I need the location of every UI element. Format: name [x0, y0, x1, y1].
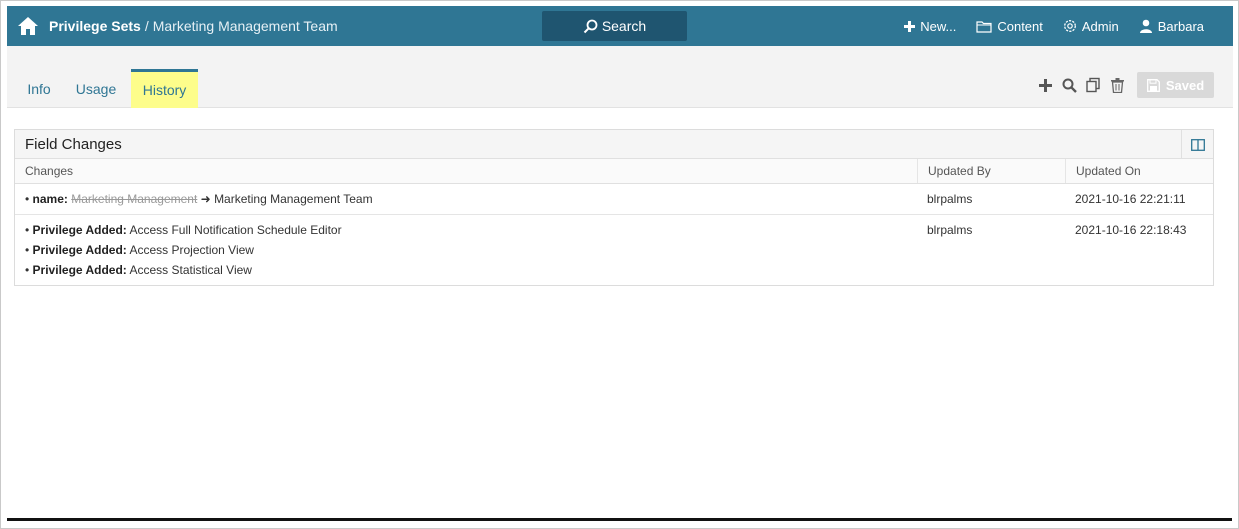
table-header: Changes Updated By Updated On [15, 159, 1213, 184]
updated-on-cell: 2021-10-16 22:21:11 [1075, 192, 1186, 206]
columns-toggle-icon[interactable] [1181, 130, 1213, 159]
change-field: Privilege Added: [32, 263, 127, 277]
user-icon [1139, 19, 1152, 33]
app-window: Privilege Sets / Marketing Management Te… [0, 0, 1239, 529]
new-menu[interactable]: New... [904, 19, 956, 34]
plus-icon [904, 20, 916, 32]
top-nav-actions: New... Content Admin Barbara [904, 6, 1233, 46]
change-new-value: Marketing Management Team [214, 192, 373, 206]
change-field: name: [32, 192, 68, 206]
search-label: Search [601, 18, 647, 34]
field-changes-panel: Field Changes Changes Updated By Updated… [14, 129, 1214, 286]
save-icon [1146, 78, 1160, 92]
trash-icon[interactable] [1105, 73, 1129, 97]
content-menu[interactable]: Content [976, 19, 1043, 34]
tab-history[interactable]: History [131, 69, 198, 108]
change-field: Privilege Added: [32, 223, 127, 237]
folder-icon [976, 20, 992, 33]
arrow-icon: ➜ [200, 192, 211, 206]
change-item: • Privilege Added: Access Statistical Vi… [25, 263, 252, 277]
tab-info[interactable]: Info [19, 69, 59, 108]
breadcrumb: Privilege Sets / Marketing Management Te… [49, 18, 338, 34]
saved-button[interactable]: Saved [1137, 72, 1214, 98]
column-header-updated-by[interactable]: Updated By [917, 159, 1065, 183]
updated-on-cell: 2021-10-16 22:18:43 [1075, 223, 1187, 237]
updated-by-cell: blrpalms [927, 192, 973, 206]
admin-label: Admin [1081, 18, 1119, 34]
admin-menu[interactable]: Admin [1063, 19, 1119, 34]
breadcrumb-privilege-sets[interactable]: Privilege Sets [49, 18, 141, 34]
change-value: Access Statistical View [129, 263, 252, 277]
saved-label: Saved [1165, 77, 1205, 93]
window-bottom-border [7, 518, 1232, 521]
top-nav-bar: Privilege Sets / Marketing Management Te… [7, 6, 1233, 46]
search-icon [583, 19, 598, 33]
changes-cell: • Privilege Added: Access Full Notificat… [15, 215, 917, 285]
column-header-changes[interactable]: Changes [15, 159, 917, 183]
change-field: Privilege Added: [32, 243, 127, 257]
search-icon[interactable] [1057, 73, 1081, 97]
column-header-updated-on[interactable]: Updated On [1065, 159, 1213, 183]
table-row: • name: Marketing Management ➜ Marketing… [15, 184, 1213, 215]
home-icon[interactable] [9, 6, 47, 46]
copy-icon[interactable] [1081, 73, 1105, 97]
updated-by-cell: blrpalms [927, 223, 973, 237]
tab-bar: Info Usage History Saved [7, 46, 1233, 108]
user-menu[interactable]: Barbara [1139, 19, 1204, 34]
change-item: • Privilege Added: Access Projection Vie… [25, 243, 254, 257]
change-item: • Privilege Added: Access Full Notificat… [25, 223, 342, 237]
user-label: Barbara [1157, 18, 1204, 34]
gear-icon [1063, 20, 1076, 32]
breadcrumb-separator: / [144, 18, 149, 34]
change-value: Access Projection View [129, 243, 254, 257]
change-old-value: Marketing Management [71, 192, 198, 206]
new-label: New... [920, 18, 957, 34]
breadcrumb-current: Marketing Management Team [152, 18, 338, 34]
search-button[interactable]: Search [542, 11, 687, 41]
tab-usage[interactable]: Usage [71, 69, 121, 108]
plus-icon[interactable] [1033, 73, 1057, 97]
panel-title: Field Changes [25, 135, 122, 153]
table-row: • Privilege Added: Access Full Notificat… [15, 215, 1213, 285]
panel-header: Field Changes [15, 130, 1213, 159]
page-toolbar: Saved [1033, 72, 1214, 98]
change-value: Access Full Notification Schedule Editor [129, 223, 342, 237]
content-label: Content [997, 18, 1043, 34]
change-item: • name: Marketing Management ➜ Marketing… [25, 192, 373, 206]
changes-cell: • name: Marketing Management ➜ Marketing… [15, 184, 917, 214]
